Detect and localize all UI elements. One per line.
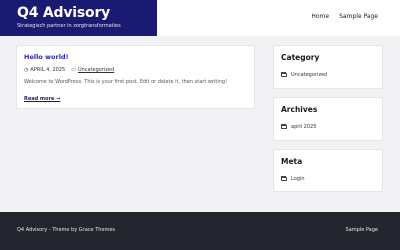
folder-icon — [281, 176, 287, 181]
archive-item-label[interactable]: april 2025 — [291, 124, 316, 130]
archives-heading: Archives — [281, 105, 318, 114]
category-item-label[interactable]: Uncategorized — [291, 72, 327, 78]
category-widget: Category Uncategorized — [273, 45, 383, 89]
site-tagline: Strategisch partner in zorgtransformatie… — [17, 23, 121, 29]
clock-icon: ◷ — [24, 67, 29, 73]
post-category-link[interactable]: Uncategorized — [78, 67, 114, 73]
post-excerpt: Welcome to WordPress. This is your first… — [24, 79, 228, 85]
footer-nav-sample-page[interactable]: Sample Page — [346, 227, 378, 233]
post-date: APRIL 4, 2025 — [30, 67, 66, 73]
category-heading: Category — [281, 53, 320, 62]
nav-item-home[interactable]: Home — [311, 13, 329, 20]
footer-nav-home[interactable]: Home — [325, 227, 340, 233]
site-title[interactable]: Q4 Advisory — [17, 5, 157, 21]
archives-widget: Archives april 2025 — [273, 97, 383, 141]
meta-widget: Meta Login — [273, 149, 383, 192]
footer-nav: Home Sample Page — [325, 227, 378, 233]
folder-icon: ▭ — [71, 67, 76, 73]
folder-icon — [281, 124, 287, 129]
meta-item-label[interactable]: Login — [291, 176, 305, 182]
site-branding[interactable]: Q4 Advisory Strategisch partner in zorgt… — [0, 0, 157, 36]
folder-icon — [281, 72, 287, 77]
main-nav: Home Sample Page — [311, 13, 378, 20]
site-footer: Q4 Advisory - Theme by Grace Themes Home… — [0, 212, 400, 250]
post-meta: ◷ APRIL 4, 2025 ▭ Uncategorized — [24, 67, 247, 73]
category-item[interactable]: Uncategorized — [281, 72, 375, 78]
nav-item-sample-page[interactable]: Sample Page — [339, 13, 378, 20]
post-title-link[interactable]: Hello world! — [24, 53, 247, 61]
meta-item-login[interactable]: Login — [281, 176, 375, 182]
post-card: Hello world! ◷ APRIL 4, 2025 ▭ Uncategor… — [16, 45, 255, 109]
footer-credit: Q4 Advisory - Theme by Grace Themes — [17, 227, 116, 233]
read-more-link[interactable]: Read more → — [24, 96, 60, 102]
archive-item[interactable]: april 2025 — [281, 124, 375, 130]
site-header: Q4 Advisory Strategisch partner in zorgt… — [0, 0, 400, 36]
meta-heading: Meta — [281, 157, 303, 166]
